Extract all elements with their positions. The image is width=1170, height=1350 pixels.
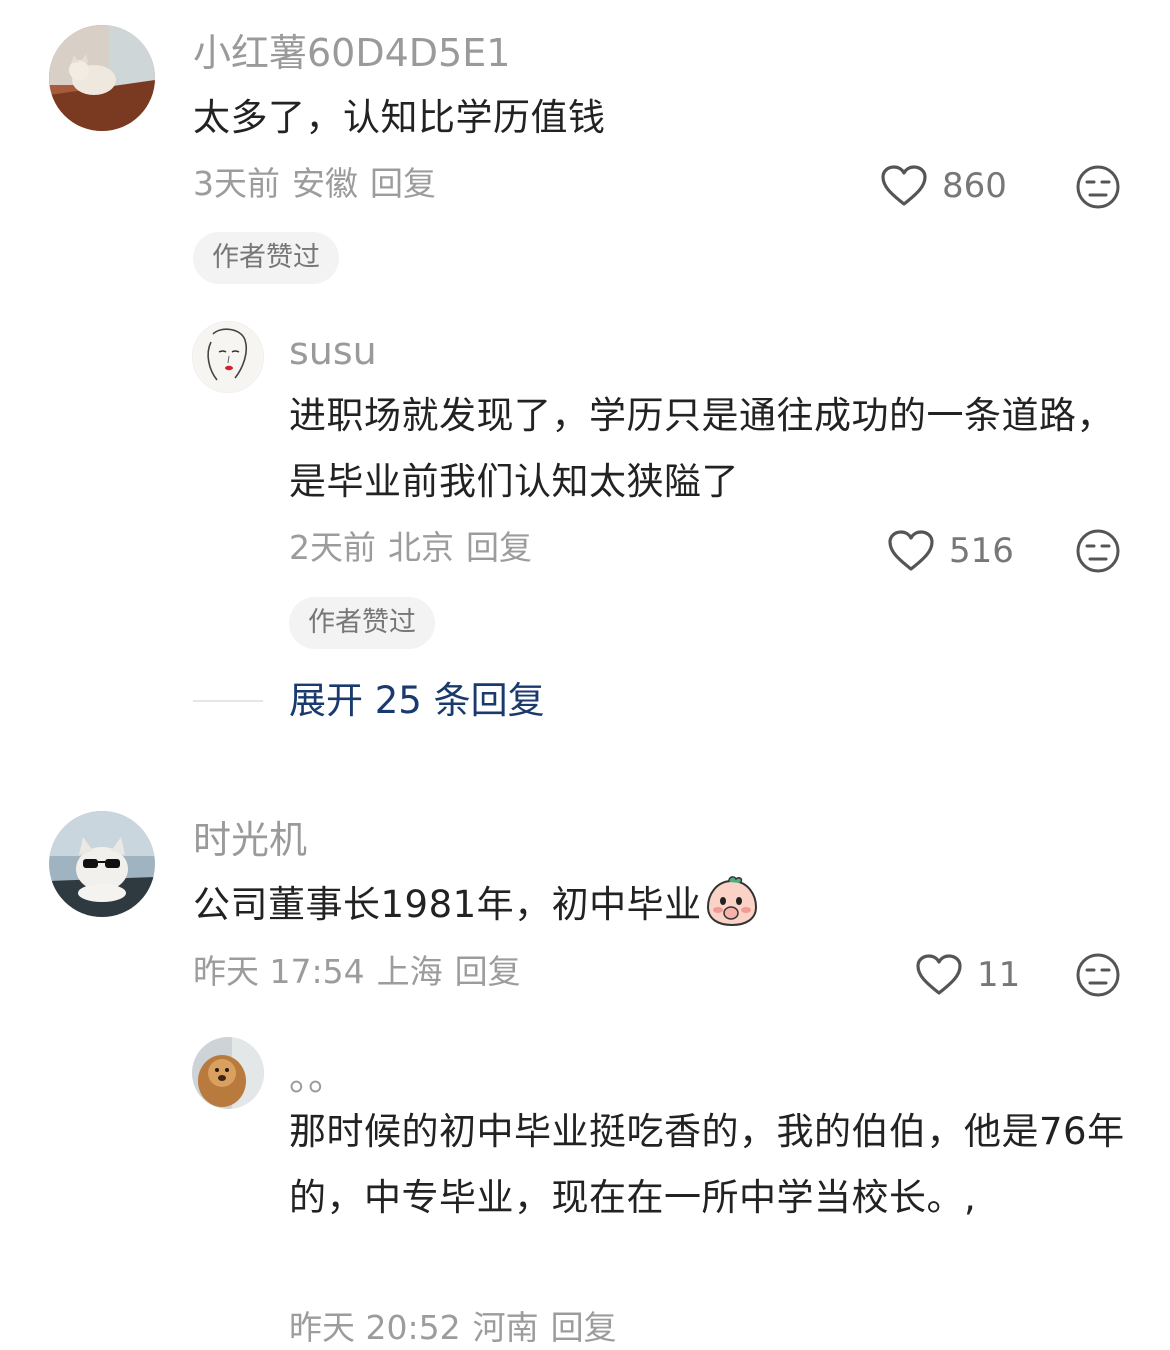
like-count: 860 (942, 166, 1007, 206)
comment-location: 安徽 (292, 164, 358, 203)
comment-location: 上海 (376, 952, 443, 991)
reply-location: 河南 (472, 1308, 539, 1347)
like-button[interactable]: 11 (915, 953, 1020, 997)
heart-icon (916, 954, 962, 995)
heart-icon (881, 165, 927, 206)
reply-button[interactable]: 回复 (455, 952, 521, 991)
dislike-button[interactable] (1075, 164, 1121, 214)
like-button[interactable]: 860 (880, 164, 1007, 208)
reply-username[interactable]: susu (289, 328, 377, 374)
blush-emoji-icon (706, 876, 757, 927)
dislike-button[interactable] (1075, 528, 1121, 578)
reply-text: 进职场就发现了，学历只是通往成功的一条道路，是毕业前我们认知太狭隘了 (289, 394, 1114, 503)
comment-text: 公司董事长1981年，初中毕业 (193, 872, 1093, 938)
reply-location: 北京 (388, 528, 454, 567)
reply-button[interactable]: 回复 (370, 164, 436, 203)
like-count: 11 (977, 955, 1021, 995)
cat-sunglasses-icon (49, 811, 155, 917)
comment-text: 太多了，认知比学历值钱 (193, 96, 606, 139)
reply-username[interactable]: 。。 (289, 1054, 346, 1100)
expand-replies-button[interactable]: 展开 25 条回复 (289, 676, 545, 726)
reply-meta: 2天前 北京 回复 (289, 526, 544, 570)
reply-meta: 昨天 20:52 河南 回复 (289, 1306, 629, 1350)
comment-time: 昨天 17:54 (193, 952, 365, 991)
dislike-face-icon (1076, 953, 1120, 997)
dislike-face-icon (1076, 165, 1120, 209)
avatar[interactable] (192, 1037, 264, 1109)
author-liked-badge: 作者赞过 (289, 597, 435, 649)
author-liked-badge: 作者赞过 (193, 232, 339, 284)
avatar[interactable] (49, 25, 155, 131)
cat-photo-icon (49, 25, 155, 131)
like-count: 516 (949, 531, 1014, 571)
reply-button[interactable]: 回复 (551, 1308, 617, 1347)
reply-time: 昨天 20:52 (289, 1308, 461, 1347)
reply-button[interactable]: 回复 (466, 528, 532, 567)
comment-meta: 3天前 安徽 回复 (193, 162, 448, 206)
heart-icon (888, 530, 934, 571)
reply-time: 2天前 (289, 528, 376, 567)
like-button[interactable]: 516 (887, 529, 1014, 573)
expand-divider (193, 700, 263, 702)
woman-sketch-icon (193, 322, 263, 392)
comment-text-body: 公司董事长1981年，初中毕业 (193, 883, 702, 926)
comment-username[interactable]: 时光机 (193, 817, 307, 863)
comment-meta: 昨天 17:54 上海 回复 (193, 950, 533, 994)
avatar[interactable] (192, 321, 264, 393)
reply-text: 那时候的初中毕业挺吃香的，我的伯伯，他是76年的，中专毕业，现在在一所中学当校长… (289, 1110, 1125, 1219)
comment-time: 3天前 (193, 164, 280, 203)
dog-photo-icon (192, 1037, 264, 1109)
comment-username[interactable]: 小红薯60D4D5E1 (193, 30, 510, 76)
dislike-button[interactable] (1075, 952, 1121, 1002)
dislike-face-icon (1076, 529, 1120, 573)
avatar[interactable] (49, 811, 155, 917)
